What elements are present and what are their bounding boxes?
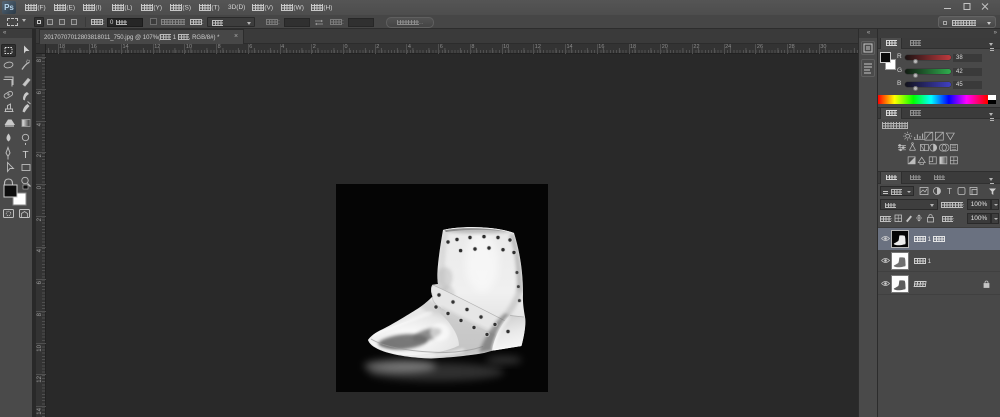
svg-text:T: T bbox=[947, 187, 952, 196]
svg-text:T: T bbox=[23, 150, 29, 161]
